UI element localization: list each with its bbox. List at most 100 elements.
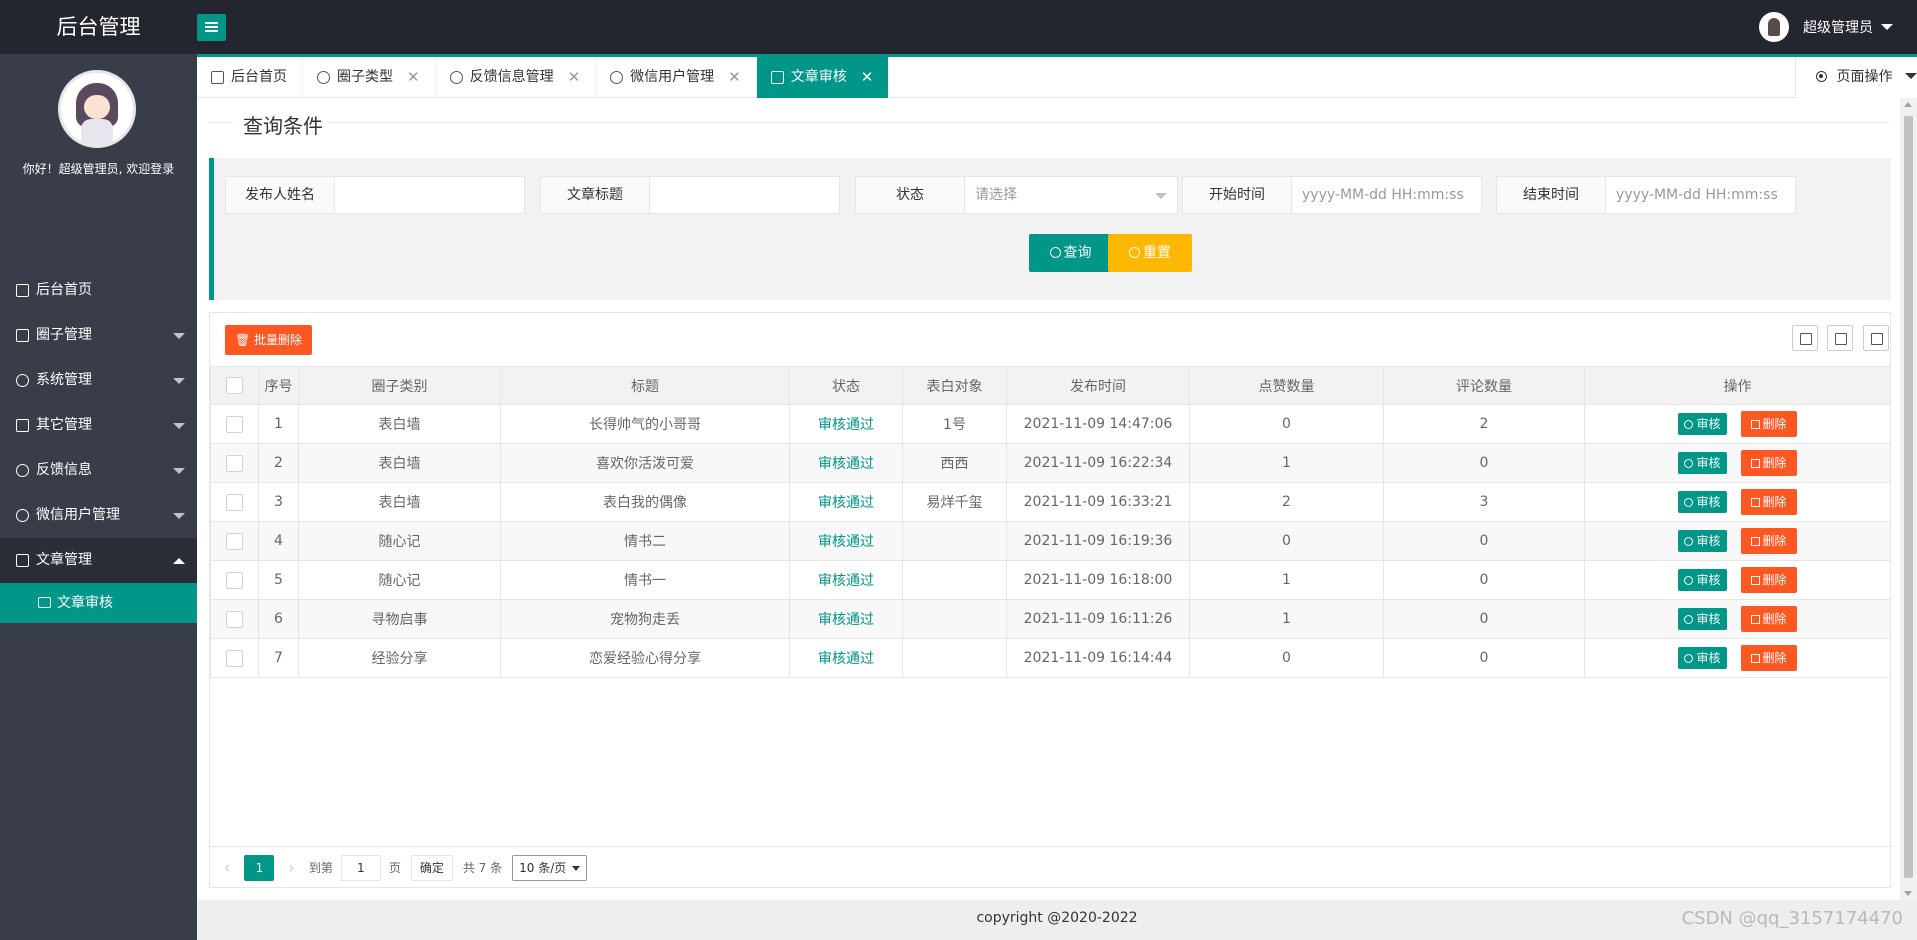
goto-page-input[interactable]: 1 — [340, 854, 381, 881]
cell-time: 2021-11-09 16:14:44 — [1006, 638, 1190, 678]
tab-circle-type[interactable]: 圈子类型 ✕ — [303, 57, 436, 98]
cell-category: 表白墙 — [298, 404, 501, 444]
cell-comments: 3 — [1383, 482, 1585, 522]
sidebar-item-wechat-users[interactable]: 微信用户管理 — [0, 493, 197, 538]
row-checkbox[interactable] — [226, 532, 243, 550]
tab-feedback[interactable]: 反馈信息管理 ✕ — [436, 57, 597, 98]
vertical-scrollbar[interactable] — [1900, 98, 1917, 900]
scrollbar-thumb[interactable] — [1904, 116, 1913, 878]
delete-label: 删除 — [1762, 534, 1787, 548]
row-checkbox[interactable] — [226, 493, 243, 511]
export-icon[interactable] — [1827, 325, 1853, 351]
delete-button[interactable]: 删除 — [1740, 450, 1797, 476]
sidebar-item-home[interactable]: 后台首页 — [0, 268, 197, 313]
review-button[interactable]: 审核 — [1678, 413, 1727, 435]
batch-delete-button[interactable]: 🗑 批量删除 — [225, 325, 312, 355]
cell-comments: 0 — [1383, 443, 1585, 483]
tab-wechat-users[interactable]: 微信用户管理 ✕ — [596, 57, 757, 98]
delete-label: 删除 — [1762, 651, 1787, 665]
cell-status: 审核通过 — [789, 482, 903, 522]
app-logo: 后台管理 — [56, 15, 141, 39]
row-checkbox[interactable] — [226, 649, 243, 667]
tab-home[interactable]: 后台首页 — [197, 57, 303, 98]
status-select[interactable]: 请选择 — [965, 176, 1178, 214]
delete-button[interactable]: 删除 — [1740, 528, 1797, 554]
close-icon[interactable]: ✕ — [861, 57, 874, 98]
scroll-up-icon[interactable] — [1904, 102, 1912, 107]
cell-target — [902, 638, 1007, 678]
close-icon[interactable]: ✕ — [728, 57, 741, 98]
cell-actions: 审核 删除 — [1584, 443, 1891, 483]
article-table: 序号 圈子类别 标题 状态 表白对象 发布时间 点赞数量 评论数量 操作 1 表… — [210, 366, 1891, 678]
review-button[interactable]: 审核 — [1678, 530, 1727, 552]
trash-icon — [1750, 537, 1760, 546]
review-button[interactable]: 审核 — [1678, 452, 1727, 474]
cell-time: 2021-11-09 16:18:00 — [1006, 560, 1190, 600]
menu-toggle-button[interactable] — [197, 14, 226, 41]
cell-target — [902, 521, 1007, 561]
current-page[interactable]: 1 — [244, 854, 275, 881]
print-icon[interactable] — [1863, 325, 1889, 351]
cell-no: 5 — [258, 560, 299, 600]
review-button[interactable]: 审核 — [1678, 608, 1727, 630]
delete-label: 删除 — [1762, 495, 1787, 509]
user-icon — [317, 71, 330, 84]
cell-likes: 1 — [1189, 443, 1384, 483]
cell-time: 2021-11-09 16:11:26 — [1006, 599, 1190, 639]
delete-button[interactable]: 删除 — [1740, 567, 1797, 593]
sidebar-item-articles[interactable]: 文章管理 — [0, 538, 197, 583]
next-page-icon[interactable]: › — [288, 858, 294, 877]
sidebar-item-other[interactable]: 其它管理 — [0, 403, 197, 448]
cell-time: 2021-11-09 16:19:36 — [1006, 521, 1190, 561]
cart-icon — [16, 554, 29, 567]
sidebar-item-system[interactable]: 系统管理 — [0, 358, 197, 403]
page-operations-menu[interactable]: 页面操作 — [1795, 57, 1917, 98]
sidebar-item-feedback[interactable]: 反馈信息 — [0, 448, 197, 493]
home-icon — [211, 71, 224, 84]
tab-label: 微信用户管理 — [630, 69, 715, 85]
delete-button[interactable]: 删除 — [1740, 606, 1797, 632]
cell-status: 审核通过 — [789, 638, 903, 678]
review-button[interactable]: 审核 — [1678, 647, 1727, 669]
article-title-input[interactable] — [650, 176, 840, 214]
info-icon — [1684, 459, 1694, 468]
user-avatar — [1759, 12, 1789, 42]
publisher-name-input[interactable] — [335, 176, 525, 214]
trash-icon — [1750, 420, 1760, 429]
review-button[interactable]: 审核 — [1678, 569, 1727, 591]
select-all-checkbox[interactable] — [226, 377, 243, 394]
delete-button[interactable]: 删除 — [1740, 645, 1797, 671]
cell-target: 易烊千玺 — [902, 482, 1007, 522]
field-label: 开始时间 — [1182, 176, 1292, 214]
row-checkbox[interactable] — [226, 454, 243, 472]
goto-confirm-button[interactable]: 确定 — [410, 854, 453, 881]
cell-likes: 0 — [1189, 404, 1384, 444]
chevron-down-icon — [173, 333, 185, 339]
tab-article-review[interactable]: 文章审核 ✕ — [756, 57, 890, 98]
close-icon[interactable]: ✕ — [568, 57, 581, 98]
review-button[interactable]: 审核 — [1678, 491, 1727, 513]
row-checkbox[interactable] — [226, 610, 243, 628]
sidebar-item-article-review[interactable]: 文章审核 — [0, 583, 197, 623]
select-all-cell[interactable] — [210, 366, 259, 405]
reset-button[interactable]: 重置 — [1108, 234, 1192, 272]
row-checkbox[interactable] — [226, 571, 243, 589]
scroll-down-icon[interactable] — [1904, 891, 1912, 896]
review-label: 审核 — [1696, 495, 1721, 509]
delete-button[interactable]: 删除 — [1740, 411, 1797, 437]
user-menu[interactable]: 超级管理员 — [1759, 0, 1893, 54]
info-icon — [1684, 576, 1694, 585]
tab-label: 后台首页 — [231, 69, 287, 85]
cell-category: 表白墙 — [298, 443, 501, 483]
query-button[interactable]: 查询 — [1029, 234, 1112, 272]
end-time-input[interactable]: yyyy-MM-dd HH:mm:ss — [1606, 176, 1796, 214]
close-icon[interactable]: ✕ — [407, 57, 420, 98]
sidebar-item-label: 后台首页 — [36, 282, 92, 298]
sidebar-item-circle[interactable]: 圈子管理 — [0, 313, 197, 358]
page-size-select[interactable]: 10 条/页 — [512, 854, 588, 881]
row-checkbox[interactable] — [226, 415, 243, 433]
delete-button[interactable]: 删除 — [1740, 489, 1797, 515]
prev-page-icon[interactable]: ‹ — [224, 858, 230, 877]
start-time-input[interactable]: yyyy-MM-dd HH:mm:ss — [1292, 176, 1482, 214]
columns-filter-icon[interactable] — [1792, 325, 1818, 351]
